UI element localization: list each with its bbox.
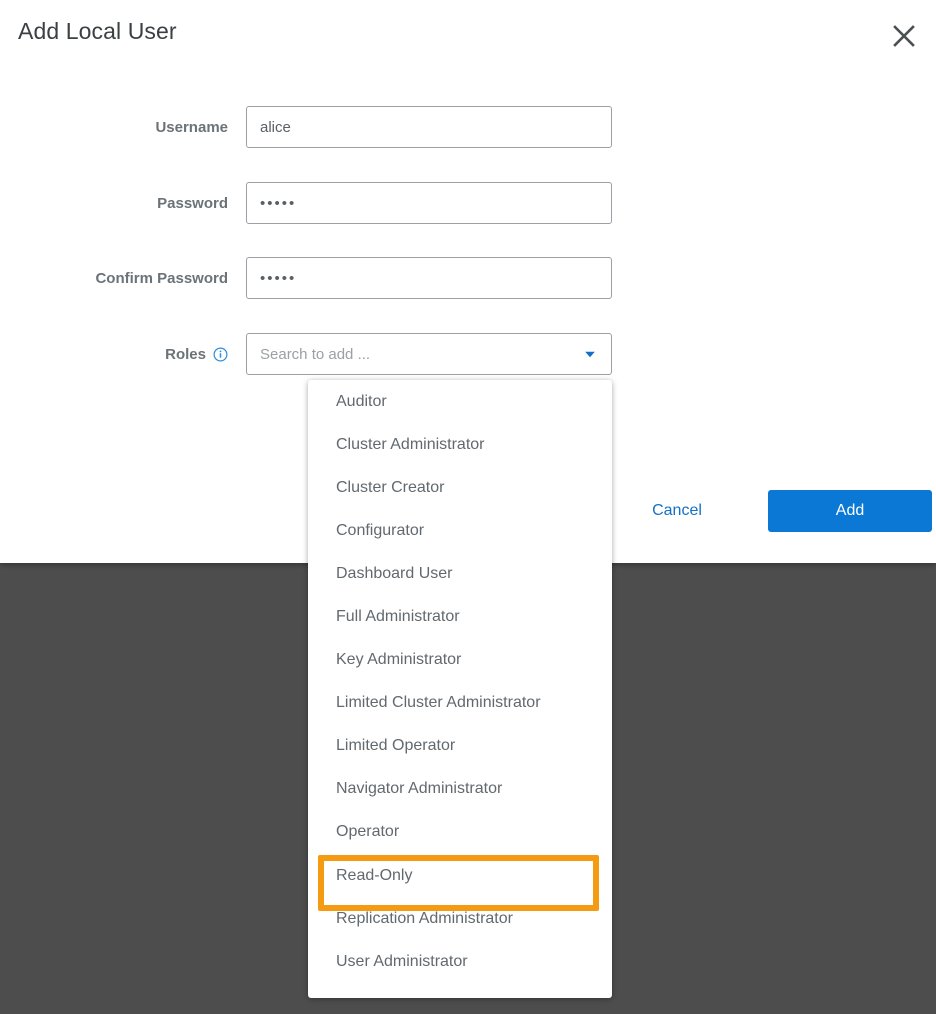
close-icon[interactable] xyxy=(886,18,922,54)
roles-option[interactable]: Cluster Creator xyxy=(308,466,612,509)
roles-option[interactable]: Navigator Administrator xyxy=(308,768,612,811)
roles-option-label: Read-Only xyxy=(336,866,413,884)
confirm-password-input[interactable]: ••••• xyxy=(246,257,612,299)
screen-root: Add Local User Username Password ••••• xyxy=(0,0,936,1014)
roles-search-select[interactable]: Search to add ... xyxy=(246,333,612,375)
username-label-text: Username xyxy=(155,118,228,136)
roles-option-label: Dashboard User xyxy=(336,564,453,582)
roles-option-label: Full Administrator xyxy=(336,608,460,626)
roles-option[interactable]: Full Administrator xyxy=(308,595,612,638)
roles-label-text: Roles xyxy=(165,345,206,363)
field-row-username: Username xyxy=(0,106,936,148)
password-label: Password xyxy=(157,182,228,224)
roles-option[interactable]: Dashboard User xyxy=(308,552,612,595)
roles-option[interactable]: Key Administrator xyxy=(308,639,612,682)
roles-option-label: Limited Operator xyxy=(336,737,456,755)
username-label: Username xyxy=(155,106,228,148)
field-row-roles: Roles Search to add ... xyxy=(0,333,936,375)
password-input[interactable]: ••••• xyxy=(246,182,612,224)
roles-option-label: Auditor xyxy=(336,392,387,410)
password-masked-value: ••••• xyxy=(260,194,297,212)
roles-option-label: Configurator xyxy=(336,521,425,539)
roles-option[interactable]: User Administrator xyxy=(308,940,612,983)
cancel-button[interactable]: Cancel xyxy=(615,490,739,532)
roles-option[interactable]: Read-Only xyxy=(308,854,612,897)
confirm-password-label: Confirm Password xyxy=(95,257,228,299)
field-row-confirm-password: Confirm Password ••••• xyxy=(0,257,936,299)
roles-option-label: Cluster Administrator xyxy=(336,435,485,453)
roles-option[interactable]: Limited Operator xyxy=(308,725,612,768)
add-button[interactable]: Add xyxy=(768,490,932,532)
roles-search-placeholder: Search to add ... xyxy=(260,345,371,363)
roles-option-label: Limited Cluster Administrator xyxy=(336,694,541,712)
roles-option-label: Cluster Creator xyxy=(336,478,445,496)
confirm-password-label-text: Confirm Password xyxy=(95,269,228,287)
chevron-down-icon[interactable] xyxy=(582,346,598,362)
roles-option-label: Navigator Administrator xyxy=(336,780,503,798)
roles-label: Roles xyxy=(165,333,228,375)
roles-option[interactable]: Configurator xyxy=(308,509,612,552)
password-label-text: Password xyxy=(157,194,228,212)
roles-option-label: Replication Administrator xyxy=(336,909,513,927)
roles-option-label: User Administrator xyxy=(336,952,468,970)
field-row-password: Password ••••• xyxy=(0,182,936,224)
roles-option[interactable]: Auditor xyxy=(308,380,612,423)
page-title: Add Local User xyxy=(18,18,177,44)
info-circle-icon[interactable] xyxy=(213,347,228,362)
roles-option[interactable]: Limited Cluster Administrator xyxy=(308,682,612,725)
roles-option[interactable]: Cluster Administrator xyxy=(308,423,612,466)
roles-option[interactable]: Replication Administrator xyxy=(308,897,612,940)
username-input[interactable] xyxy=(246,106,612,148)
confirm-password-masked-value: ••••• xyxy=(260,269,297,287)
roles-option[interactable]: Operator xyxy=(308,811,612,854)
roles-dropdown-list[interactable]: Auditor Cluster Administrator Cluster Crea… xyxy=(308,380,612,998)
roles-option-label: Key Administrator xyxy=(336,651,462,669)
roles-option-label: Operator xyxy=(336,823,400,841)
